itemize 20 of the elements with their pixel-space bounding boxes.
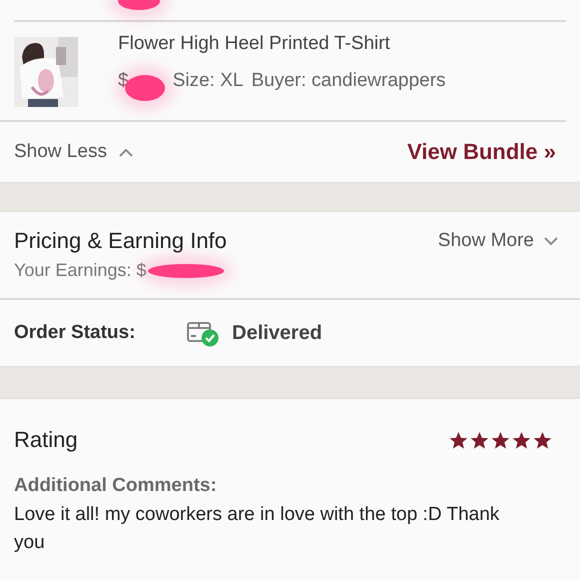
order-status-value: Delivered <box>232 322 322 344</box>
star-icon <box>512 430 531 450</box>
show-more-toggle[interactable]: Show More <box>438 230 558 252</box>
star-icon <box>491 430 510 450</box>
star-icon <box>533 430 552 450</box>
view-bundle-link[interactable]: View Bundle » <box>407 139 556 165</box>
product-title: Flower High Heel Printed T-Shirt <box>118 33 392 55</box>
comments-label: Additional Comments: <box>14 475 218 497</box>
buyer-name: Buyer: candiewrappers <box>251 70 446 92</box>
comment-text: Love it all! my coworkers are in love with the top :D Thank you <box>14 503 500 555</box>
rating-title: Rating <box>14 427 78 453</box>
section-title: Pricing & Earning Info <box>14 228 227 254</box>
product-size: Size: XL <box>172 70 244 92</box>
order-status-label: Order Status: <box>14 322 136 344</box>
chevron-icon <box>118 148 133 156</box>
chevron-icon <box>544 236 558 246</box>
star-icon <box>449 430 468 450</box>
star-icon <box>470 430 489 450</box>
earnings-label: Your Earnings: $ <box>14 260 146 281</box>
show-less-toggle[interactable]: Show Less <box>14 141 133 163</box>
